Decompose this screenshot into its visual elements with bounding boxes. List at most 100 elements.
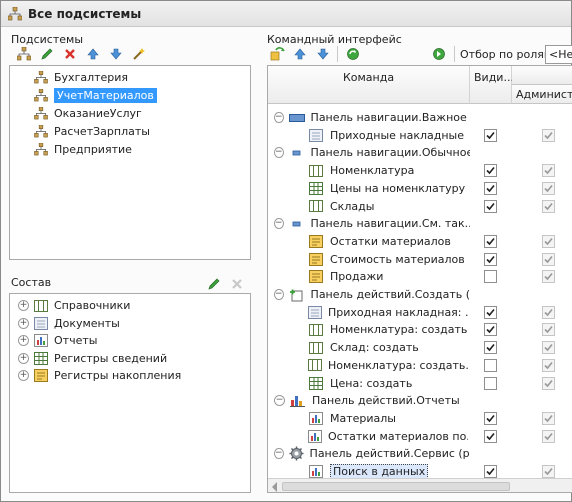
visibility-checkbox[interactable]: [484, 341, 497, 355]
move-up-icon[interactable]: [292, 46, 308, 62]
composition-item[interactable]: + Справочники: [18, 297, 130, 314]
visibility-checkbox[interactable]: [484, 234, 497, 248]
scroll-thumb[interactable]: [282, 482, 510, 491]
visibility-checkbox[interactable]: [484, 270, 497, 284]
command-row[interactable]: Материалы: [308, 410, 468, 427]
visibility-checkbox[interactable]: [484, 429, 497, 443]
subsystem-icon: [34, 71, 48, 84]
visibility-checkbox[interactable]: [484, 199, 497, 213]
visibility-checkbox[interactable]: [484, 411, 497, 425]
command-row[interactable]: Остатки материалов по...: [308, 428, 468, 445]
command-label: Панель действий.Сервис (р...: [309, 447, 470, 461]
visibility-checkbox[interactable]: [484, 376, 497, 390]
expand-icon[interactable]: +: [18, 352, 29, 364]
collapse-icon[interactable]: −: [274, 448, 284, 460]
command-group-row[interactable]: − Панель действий.Создать (...: [274, 286, 470, 303]
subsystem-item[interactable]: Предприятие: [34, 141, 132, 158]
visibility-checkbox[interactable]: [484, 323, 497, 337]
collapse-icon[interactable]: −: [274, 395, 285, 407]
move-up-icon[interactable]: [85, 46, 101, 62]
subsystem-item[interactable]: РасчетЗарплаты: [34, 123, 150, 140]
visibility-checkbox[interactable]: [484, 181, 497, 195]
command-row[interactable]: Склад: создать: [308, 339, 468, 356]
settings-wand-icon[interactable]: [131, 46, 147, 62]
column-admin[interactable]: Админист...: [512, 85, 572, 104]
delete-icon[interactable]: [229, 276, 245, 292]
admin-checkbox[interactable]: [542, 234, 555, 248]
collapse-icon[interactable]: −: [274, 112, 284, 123]
visibility-checkbox[interactable]: [484, 358, 497, 372]
column-group-header: [512, 66, 572, 85]
command-group-row[interactable]: − Панель действий.Отчеты: [274, 392, 470, 409]
command-row[interactable]: Номенклатура: создать: [308, 321, 468, 338]
admin-checkbox[interactable]: [542, 411, 555, 425]
command-row[interactable]: Номенклатура: [308, 162, 468, 179]
admin-checkbox[interactable]: [542, 199, 555, 213]
apply-filter-icon[interactable]: [431, 46, 447, 62]
command-group-row[interactable]: − Панель действий.Сервис (р...: [274, 445, 470, 462]
scroll-left-icon[interactable]: [272, 482, 277, 492]
command-row[interactable]: Номенклатура: создать...: [308, 357, 468, 374]
delete-icon[interactable]: [62, 46, 78, 62]
command-group-row[interactable]: − Панель навигации.См. так...: [274, 215, 470, 232]
admin-checkbox[interactable]: [542, 341, 555, 355]
command-row[interactable]: Стоимость материалов: [308, 251, 468, 268]
subsystem-item[interactable]: Бухгалтерия: [34, 69, 128, 86]
add-command-icon[interactable]: [269, 46, 285, 62]
collapse-icon[interactable]: −: [274, 289, 284, 300]
admin-checkbox[interactable]: [542, 465, 555, 478]
composition-item[interactable]: + Документы: [18, 315, 120, 332]
command-label: Номенклатура: создать: [330, 323, 468, 337]
subsystem-item[interactable]: УчетМатериалов: [34, 87, 157, 104]
subsystem-tree-icon[interactable]: [16, 46, 32, 62]
refresh-icon[interactable]: [345, 46, 361, 62]
expand-icon[interactable]: +: [18, 300, 29, 311]
expand-icon[interactable]: +: [18, 335, 29, 346]
column-visibility[interactable]: Види...: [470, 66, 514, 104]
collapse-icon[interactable]: −: [274, 147, 284, 159]
admin-checkbox[interactable]: [542, 376, 555, 390]
expand-icon[interactable]: +: [18, 317, 29, 329]
command-group-row[interactable]: − Панель навигации.Обычное...: [274, 144, 470, 161]
visibility-checkbox[interactable]: [484, 252, 497, 266]
command-row[interactable]: Приходная накладная: ...: [308, 304, 468, 321]
composition-item[interactable]: + Отчеты: [18, 332, 97, 349]
move-down-icon[interactable]: [108, 46, 124, 62]
horizontal-scrollbar[interactable]: [268, 478, 572, 492]
role-filter-select[interactable]: <Не: [545, 45, 572, 64]
admin-checkbox[interactable]: [542, 270, 555, 284]
admin-checkbox[interactable]: [542, 252, 555, 266]
edit-pencil-icon[interactable]: [39, 46, 55, 62]
admin-checkbox[interactable]: [542, 323, 555, 337]
collapse-icon[interactable]: −: [274, 218, 284, 230]
admin-checkbox[interactable]: [542, 305, 555, 319]
composition-item[interactable]: + Регистры сведений: [18, 350, 167, 367]
visibility-checkbox[interactable]: [484, 305, 497, 319]
admin-checkbox[interactable]: [542, 358, 555, 372]
command-row[interactable]: Цена: создать: [308, 375, 468, 392]
command-label: Приходная накладная: ...: [328, 305, 468, 319]
move-down-icon[interactable]: [315, 46, 331, 62]
column-command[interactable]: Команда: [268, 66, 470, 104]
catalog-icon: [308, 164, 324, 177]
admin-checkbox[interactable]: [542, 181, 555, 195]
toolbar-separator: [454, 46, 455, 62]
command-label: Панель действий.Создать (...: [310, 288, 470, 301]
visibility-checkbox[interactable]: [484, 164, 497, 178]
visibility-checkbox[interactable]: [484, 465, 497, 478]
command-row[interactable]: Склады: [308, 198, 468, 215]
admin-checkbox[interactable]: [542, 128, 555, 142]
document-icon: [308, 128, 324, 142]
command-row[interactable]: Остатки материалов: [308, 233, 468, 250]
subsystem-item[interactable]: ОказаниеУслуг: [34, 105, 142, 122]
command-row[interactable]: Приходные накладные: [308, 127, 468, 144]
admin-checkbox[interactable]: [542, 429, 555, 443]
edit-pencil-icon[interactable]: [206, 276, 222, 292]
command-row[interactable]: Продажи: [308, 268, 468, 285]
composition-item[interactable]: + Регистры накопления: [18, 367, 181, 384]
admin-checkbox[interactable]: [542, 164, 555, 178]
visibility-checkbox[interactable]: [484, 128, 497, 142]
expand-icon[interactable]: +: [18, 370, 29, 381]
command-row[interactable]: Цены на номенклатуру: [308, 180, 468, 197]
command-group-row[interactable]: − Панель навигации.Важное (...: [274, 109, 470, 126]
